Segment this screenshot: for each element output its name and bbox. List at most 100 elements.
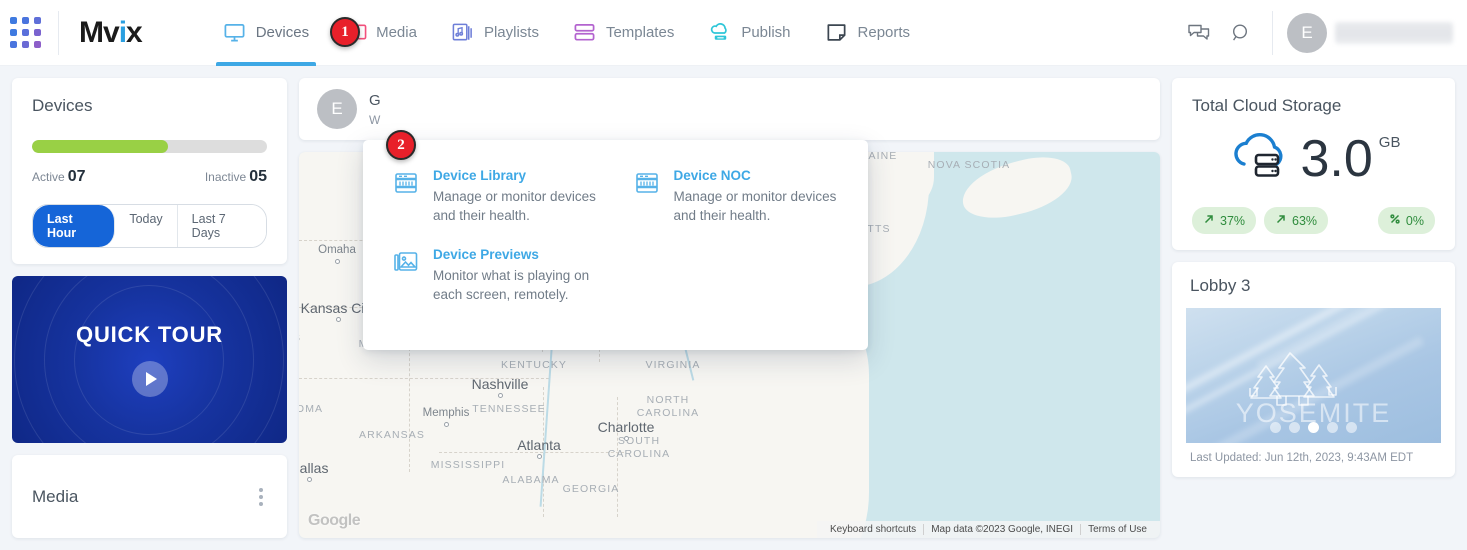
media-card-title: Media (32, 486, 79, 506)
devices-progress-fill (32, 140, 169, 153)
apps-grid-icon[interactable] (10, 16, 42, 49)
monitor-icon (223, 21, 247, 45)
map-city-label: Nashville (471, 376, 529, 392)
devices-inactive-value: 05 (249, 168, 267, 185)
map-city-label: Memphis (422, 407, 470, 419)
device-previews-desc: Monitor what is playing on each screen, … (433, 268, 590, 303)
reports-nav-tab[interactable]: Reports (808, 0, 928, 66)
reports-nav-label: Reports (857, 24, 911, 41)
device-noc-menu-item[interactable]: Device NOC Manage or monitor devices and… (634, 168, 839, 225)
device-library-text: Device Library Manage or monitor devices… (433, 168, 598, 225)
device-previews-icon (393, 249, 419, 275)
device-library-title: Device Library (433, 168, 527, 183)
carousel-dot[interactable] (1270, 422, 1281, 433)
storage-chip-0: 0% (1377, 207, 1435, 234)
devices-active-stat: Active 07 (32, 168, 85, 186)
greeting-card: E G W (299, 78, 1160, 140)
range-option-today[interactable]: Today (115, 205, 178, 247)
map-state-label: VIRGINIA (645, 359, 701, 371)
devices-progress-bar (32, 140, 267, 153)
carousel-dot[interactable] (1308, 422, 1319, 433)
devices-active-label: Active (32, 170, 65, 184)
storage-chip-63-label: 63% (1292, 213, 1318, 228)
map-city-dot (336, 317, 341, 322)
greeting-text: G W (369, 92, 381, 127)
percent-icon (1389, 213, 1401, 228)
reports-page-icon (825, 21, 849, 45)
carousel-dot[interactable] (1289, 422, 1300, 433)
carousel-dots (1186, 422, 1441, 433)
map-attribution: Keyboard shortcuts Map data ©2023 Google… (817, 521, 1160, 538)
templates-nav-tab[interactable]: Templates (556, 0, 691, 66)
storage-card-title: Total Cloud Storage (1192, 96, 1342, 115)
storage-chip-0-label: 0% (1405, 213, 1424, 228)
device-noc-text: Device NOC Manage or monitor devices and… (674, 168, 839, 225)
media-card: Media (12, 455, 287, 538)
device-previews-text: Device Previews Monitor what is playing … (433, 247, 598, 304)
map-city-dot (624, 436, 629, 441)
publish-nav-tab[interactable]: Publish (691, 0, 807, 66)
main-navigation: Devices Media Playlists Templates Publis… (206, 0, 927, 66)
kebab-menu-icon[interactable] (255, 484, 267, 510)
playlists-nav-label: Playlists (483, 24, 539, 41)
header-divider (58, 10, 59, 55)
device-noc-title: Device NOC (673, 168, 751, 183)
total-cloud-storage-card: Total Cloud Storage 3.0 GB 37% 63% 0% (1172, 78, 1455, 250)
map-city-dot (307, 477, 312, 482)
arrow-up-right-icon (1203, 213, 1215, 228)
storage-value: 3.0 (1300, 129, 1373, 188)
map-state-label: NORTH CAROLINA (636, 393, 700, 419)
devices-range-selector: Last Hour Today Last 7 Days (32, 204, 267, 248)
device-previews-menu-item[interactable]: Device Previews Monitor what is playing … (393, 247, 598, 304)
device-noc-desc: Manage or monitor devices and their heal… (673, 189, 837, 224)
device-noc-icon (634, 170, 660, 196)
playlists-nav-tab[interactable]: Playlists (434, 0, 556, 66)
chat-bubbles-icon[interactable] (1178, 12, 1220, 54)
lobby-preview-image[interactable]: YOSEMITE (1186, 308, 1441, 443)
avatar[interactable]: E (1287, 12, 1327, 53)
brand-logo[interactable]: Mvix (79, 15, 143, 50)
playlist-music-icon (451, 21, 475, 45)
map-city-label: Dallas (299, 460, 329, 476)
devices-inactive-stat: Inactive 05 (205, 168, 267, 186)
devices-dropdown-menu: Device Library Manage or monitor devices… (363, 140, 868, 350)
map-state-label: SOUTH CAROLINA (607, 434, 671, 460)
range-option-last-hour[interactable]: Last Hour (33, 205, 116, 247)
map-state-label: OKLAHOMA (299, 403, 324, 415)
storage-chip-37: 37% (1192, 207, 1257, 234)
devices-nav-tab[interactable]: Devices (206, 0, 326, 66)
header-actions: E (1178, 10, 1467, 55)
greeting-line-1: G (369, 91, 381, 109)
device-library-desc: Manage or monitor devices and their heal… (433, 189, 596, 224)
map-city-dot (498, 393, 503, 398)
search-icon[interactable] (1220, 12, 1262, 54)
devices-card: Devices Active 07 Inactive 05 Last Hour To… (12, 78, 287, 264)
carousel-dot[interactable] (1327, 422, 1338, 433)
devices-card-header: Devices (32, 96, 267, 116)
quick-tour-card[interactable]: QUICK TOUR (12, 276, 287, 443)
brand-text: Mvix (79, 15, 143, 49)
map-state-label: TTS (867, 223, 891, 235)
dashboard-body: Devices Active 07 Inactive 05 Last Hour To… (0, 66, 1467, 550)
map-city-dot (537, 454, 542, 459)
lobby-preview-card: Lobby 3 YOSEMITE Last Updated: Jun 12th,… (1172, 262, 1455, 477)
play-icon[interactable] (131, 361, 168, 397)
carousel-dot[interactable] (1346, 422, 1357, 433)
map-city-label: Atlanta (517, 437, 561, 453)
devices-active-value: 07 (67, 168, 86, 185)
user-name-blurred[interactable] (1335, 21, 1453, 44)
device-library-menu-item[interactable]: Device Library Manage or monitor devices… (393, 168, 598, 225)
storage-value-row: 3.0 GB (1192, 128, 1435, 189)
devices-card-title: Devices (32, 96, 93, 115)
lobby-card-title: Lobby 3 (1190, 276, 1251, 295)
quick-tour-title: QUICK TOUR (76, 322, 223, 347)
google-logo: Google (308, 512, 361, 529)
step-badge-1: 1 (330, 17, 360, 47)
range-option-last-7-days[interactable]: Last 7 Days (177, 205, 266, 247)
map-state-label: SAS (299, 332, 301, 344)
map-state-label: GEORGIA (562, 483, 620, 495)
devices-dropdown-grid: Device Library Manage or monitor devices… (393, 168, 838, 305)
map-terms-of-use[interactable]: Terms of Use (1081, 524, 1154, 535)
map-keyboard-shortcuts[interactable]: Keyboard shortcuts (823, 524, 925, 535)
storage-chip-63: 63% (1264, 207, 1329, 234)
